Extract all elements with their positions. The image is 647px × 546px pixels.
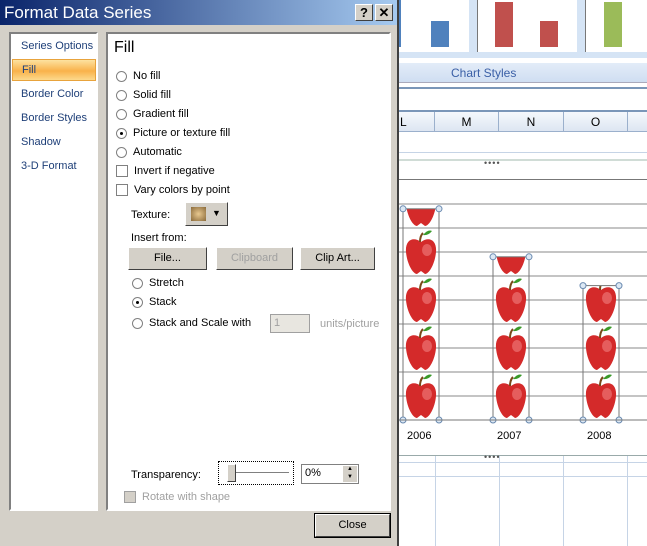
- vary-label: Vary colors by point: [134, 184, 230, 196]
- selection-handle[interactable]: [579, 282, 587, 290]
- apple-icon: [584, 325, 618, 371]
- file-button[interactable]: File...: [128, 247, 207, 270]
- format-data-series-dialog: Format Data Series ? ✕ Series Options Fi…: [0, 0, 399, 546]
- category-label: 2007: [497, 430, 522, 442]
- selection-handle[interactable]: [435, 205, 443, 213]
- transparency-label: Transparency:: [131, 469, 201, 481]
- chart-resize-handle-top[interactable]: ••••: [484, 158, 501, 168]
- close-x-icon[interactable]: ✕: [375, 4, 393, 21]
- slider-thumb[interactable]: [227, 464, 236, 482]
- section-title: Fill: [114, 39, 135, 56]
- stretch-label: Stretch: [149, 277, 184, 289]
- clipboard-button[interactable]: Clipboard: [216, 247, 293, 270]
- spin-up-icon[interactable]: ▲: [343, 466, 357, 474]
- invert-negative-checkbox[interactable]: Invert if negative: [116, 165, 215, 177]
- transparency-slider[interactable]: [218, 461, 294, 485]
- gradient-fill-radio[interactable]: Gradient fill: [116, 108, 189, 120]
- solid-fill-label: Solid fill: [133, 89, 171, 101]
- stack-radio[interactable]: Stack: [132, 296, 177, 308]
- dialog-title: Format Data Series: [4, 3, 152, 22]
- stretch-radio[interactable]: Stretch: [132, 277, 184, 289]
- texture-swatch-icon: [191, 207, 206, 221]
- bar-2008[interactable]: [579, 279, 623, 424]
- style-thumb-green: [604, 2, 622, 47]
- insert-from-label: Insert from:: [131, 232, 187, 244]
- apple-icon: [494, 277, 528, 323]
- selection-handle[interactable]: [615, 282, 623, 290]
- clip-art-button[interactable]: Clip Art...: [300, 247, 375, 270]
- picture-fill-label: Picture or texture fill: [133, 127, 231, 139]
- automatic-label: Automatic: [133, 146, 182, 158]
- vary-colors-checkbox[interactable]: Vary colors by point: [116, 184, 230, 196]
- category-label: 2008: [587, 430, 612, 442]
- help-button[interactable]: ?: [355, 4, 373, 21]
- spin-down-icon[interactable]: ▼: [343, 474, 357, 482]
- no-fill-radio[interactable]: No fill: [116, 70, 161, 82]
- excel-background: Chart Styles L M N O •••• 2006 2007 2008 •…: [399, 0, 647, 546]
- column-header-l[interactable]: L: [399, 112, 435, 131]
- chart-styles-label: Chart Styles: [399, 63, 647, 83]
- nav-border-color[interactable]: Border Color: [12, 84, 96, 106]
- close-button[interactable]: Close: [314, 513, 391, 538]
- apple-icon: [584, 285, 618, 323]
- apple-icon: [404, 325, 438, 371]
- style-thumb-red: [495, 2, 513, 47]
- selection-handle[interactable]: [489, 253, 497, 261]
- column-header-n[interactable]: N: [499, 112, 564, 131]
- fill-panel: Fill No fill Solid fill Gradient fill Pi…: [106, 32, 391, 511]
- selection-handle[interactable]: [399, 205, 407, 213]
- picture-fill-radio[interactable]: Picture or texture fill: [116, 127, 230, 139]
- nav-3d-format[interactable]: 3-D Format: [12, 156, 96, 178]
- apple-icon: [404, 229, 438, 275]
- apple-icon: [404, 373, 438, 419]
- apple-icon: [584, 373, 618, 419]
- transparency-input[interactable]: 0% ▲ ▼: [301, 464, 359, 484]
- apple-icon: [404, 277, 438, 323]
- apple-icon: [494, 325, 528, 371]
- invert-label: Invert if negative: [134, 165, 215, 177]
- chart-styles-gallery[interactable]: [399, 0, 647, 58]
- title-bar[interactable]: Format Data Series: [0, 0, 397, 25]
- stack-scale-label: Stack and Scale with: [149, 317, 252, 329]
- units-input[interactable]: 1: [270, 314, 310, 333]
- transparency-value: 0%: [305, 467, 321, 479]
- stack-scale-radio[interactable]: Stack and Scale with: [132, 317, 251, 329]
- chart-plot[interactable]: [399, 180, 647, 452]
- nav-series-options[interactable]: Series Options: [12, 36, 96, 58]
- chevron-down-icon: ▼: [212, 208, 221, 218]
- nav-border-styles[interactable]: Border Styles: [12, 108, 96, 130]
- rotate-with-shape-checkbox[interactable]: Rotate with shape: [124, 491, 230, 503]
- rotate-label: Rotate with shape: [142, 491, 231, 503]
- apple-icon: [494, 373, 528, 419]
- no-fill-label: No fill: [133, 70, 161, 82]
- texture-label: Texture:: [131, 209, 171, 221]
- column-header-o[interactable]: O: [564, 112, 628, 131]
- category-label: 2006: [407, 430, 432, 442]
- category-list: Series Options Fill Border Color Border …: [9, 32, 98, 511]
- nav-fill[interactable]: Fill: [12, 59, 96, 81]
- column-header-m[interactable]: M: [435, 112, 499, 131]
- nav-shadow[interactable]: Shadow: [12, 132, 96, 154]
- solid-fill-radio[interactable]: Solid fill: [116, 89, 171, 101]
- stack-label: Stack: [149, 296, 177, 308]
- automatic-radio[interactable]: Automatic: [116, 146, 182, 158]
- gradient-fill-label: Gradient fill: [133, 108, 189, 120]
- units-label: units/picture: [320, 318, 380, 330]
- texture-dropdown[interactable]: ▼: [185, 202, 228, 226]
- bar-2007[interactable]: [489, 231, 533, 424]
- selection-handle[interactable]: [525, 253, 533, 261]
- style-thumb-blue: [431, 21, 449, 47]
- column-headers: L M N O: [399, 110, 647, 132]
- bar-2006[interactable]: [399, 183, 443, 424]
